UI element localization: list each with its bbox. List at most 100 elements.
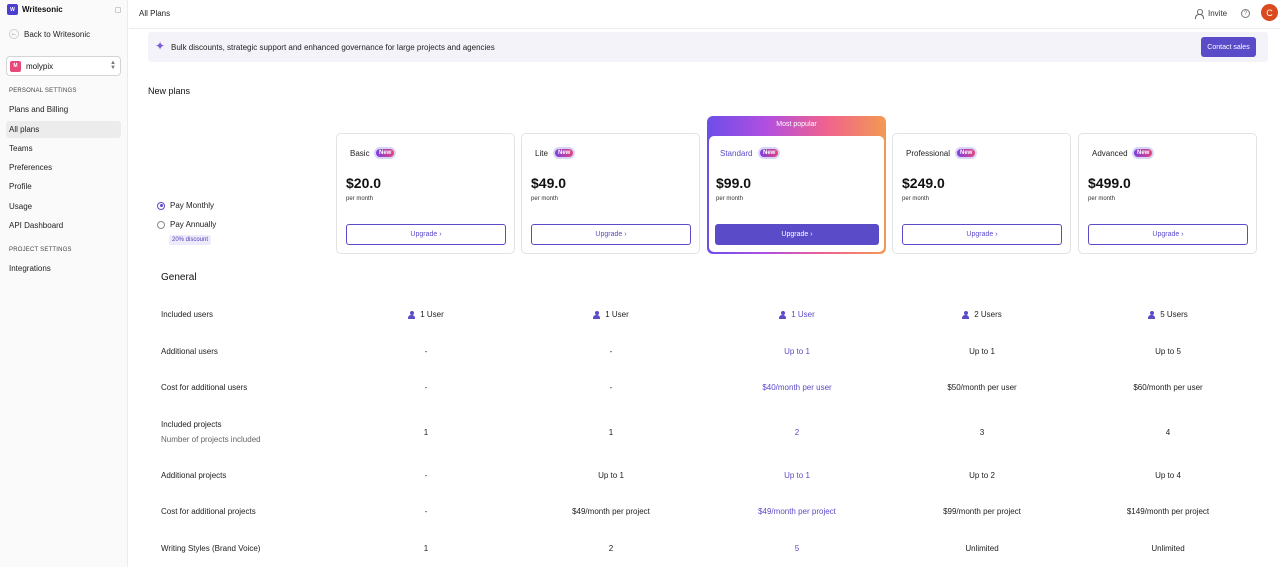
plan-price: $20.0: [346, 175, 382, 191]
cell-additional-projects-lite: Up to 1: [598, 471, 624, 480]
pay-annually-radio[interactable]: [157, 220, 165, 229]
sidebar-item-teams[interactable]: Teams: [6, 140, 121, 157]
invite-label: Invite: [1208, 9, 1228, 18]
upgrade-button[interactable]: Upgrade ›: [1088, 224, 1248, 245]
plan-price: $99.0: [716, 175, 752, 191]
invite-button[interactable]: Invite: [1195, 9, 1228, 19]
plan-card-advanced: Advanced New $499.0 per month Upgrade ›: [1078, 133, 1257, 254]
cell-writing-styles-advanced: Unlimited: [1151, 544, 1185, 553]
plan-price: $249.0: [902, 175, 945, 191]
cell-value: 1 User: [605, 310, 629, 319]
back-label: Back to Writesonic: [24, 29, 91, 39]
page-title: All Plans: [139, 9, 171, 18]
cell-cost-projects-professional: $99/month per project: [943, 507, 1021, 516]
enterprise-banner: ✦ Bulk discounts, strategic support and …: [148, 32, 1268, 62]
help-icon[interactable]: ?: [1241, 9, 1250, 18]
cell-cost-users-basic: -: [424, 383, 428, 392]
app-logo[interactable]: W Writesonic: [7, 4, 63, 15]
upgrade-button[interactable]: Upgrade ›: [346, 224, 506, 245]
new-badge: New: [1132, 147, 1155, 159]
sidebar-item-usage[interactable]: Usage: [6, 198, 121, 215]
person-icon: [408, 310, 416, 319]
user-icon: [1195, 9, 1204, 19]
plan-name: Standard: [720, 149, 753, 158]
sidebar-item-plans-and-billing[interactable]: Plans and Billing: [6, 101, 121, 118]
sidebar-item-api-dashboard[interactable]: API Dashboard: [6, 217, 121, 234]
new-badge: New: [955, 147, 978, 159]
cell-writing-styles-lite: 2: [608, 544, 614, 553]
upgrade-label: Upgrade: [595, 231, 623, 238]
row-label-additional-users: Additional users: [161, 347, 218, 356]
cell-included-projects-lite: 1: [608, 428, 614, 437]
plan-name: Professional: [906, 149, 951, 158]
pay-monthly-radio[interactable]: [157, 201, 165, 210]
upgrade-label: Upgrade: [1152, 231, 1180, 238]
plan-period: per month: [1088, 196, 1116, 202]
upgrade-label: Upgrade: [966, 231, 994, 238]
personal-settings-heading: PERSONAL SETTINGS: [9, 88, 77, 94]
cell-additional-users-lite: -: [609, 347, 613, 356]
app-name: Writesonic: [22, 5, 63, 14]
cell-additional-users-professional: Up to 1: [969, 347, 995, 356]
chevron-right-icon: ›: [1181, 231, 1184, 238]
workspace-avatar: M: [10, 60, 21, 72]
upgrade-button[interactable]: Upgrade ›: [531, 224, 691, 245]
cell-included-users-advanced: 5 Users: [1078, 310, 1258, 319]
pay-annually-option[interactable]: Pay Annually: [157, 220, 216, 229]
person-icon: [779, 310, 787, 319]
chevron-up-down-icon: ▲ ▼: [110, 60, 116, 71]
discount-badge: 20% discount: [169, 235, 212, 245]
upgrade-label: Upgrade: [410, 231, 438, 238]
project-settings-heading: PROJECT SETTINGS: [9, 247, 72, 253]
row-label-included-users: Included users: [161, 310, 214, 319]
cell-cost-projects-lite: $49/month per project: [572, 507, 650, 516]
user-avatar[interactable]: C: [1261, 4, 1278, 21]
upgrade-button[interactable]: Upgrade ›: [902, 224, 1062, 245]
sidebar-item-all-plans[interactable]: All plans: [6, 121, 121, 138]
cell-writing-styles-professional: Unlimited: [965, 544, 999, 553]
upgrade-button[interactable]: Upgrade ›: [715, 224, 879, 245]
cell-cost-users-advanced: $60/month per user: [1133, 383, 1203, 392]
cell-additional-users-standard: Up to 1: [784, 347, 810, 356]
plan-period: per month: [716, 196, 744, 202]
plan-card-lite: Lite New $49.0 per month Upgrade ›: [521, 133, 700, 254]
upgrade-label: Upgrade: [781, 231, 809, 238]
cell-additional-projects-standard: Up to 1: [784, 471, 810, 480]
person-icon: [593, 310, 601, 319]
workspace-name: molypix: [26, 61, 54, 71]
new-badge: New: [553, 147, 576, 159]
row-label-included-projects: Included projects: [161, 420, 222, 429]
sidebar-item-preferences[interactable]: Preferences: [6, 159, 121, 176]
plan-card-professional: Professional New $249.0 per month Upgrad…: [892, 133, 1071, 254]
sidebar-item-integrations[interactable]: Integrations: [6, 260, 121, 277]
cell-value: 2 Users: [974, 310, 1002, 319]
cell-cost-users-professional: $50/month per user: [947, 383, 1017, 392]
sidebar-collapse-icon[interactable]: [115, 7, 121, 13]
workspace-selector[interactable]: M molypix ▲ ▼: [6, 56, 121, 76]
sidebar-item-profile[interactable]: Profile: [6, 178, 121, 195]
pay-monthly-option[interactable]: Pay Monthly: [157, 201, 214, 210]
chevron-right-icon: ›: [439, 231, 442, 238]
plan-period: per month: [346, 196, 374, 202]
plan-price: $49.0: [531, 175, 567, 191]
most-popular-label: Most popular: [776, 121, 817, 128]
banner-text: Bulk discounts, strategic support and en…: [171, 43, 495, 52]
plan-name: Lite: [535, 149, 548, 158]
chevron-right-icon: ›: [995, 231, 998, 238]
cell-value: 5 Users: [1160, 310, 1188, 319]
plan-name: Basic: [350, 149, 370, 158]
sidebar: W Writesonic ← Back to Writesonic M moly…: [0, 0, 128, 567]
contact-sales-button[interactable]: Contact sales: [1201, 37, 1256, 57]
person-icon: [962, 310, 970, 319]
pay-monthly-label: Pay Monthly: [170, 201, 215, 210]
row-label-writing-styles: Writing Styles (Brand Voice): [161, 544, 261, 553]
cell-value: 1 User: [420, 310, 444, 319]
plan-period: per month: [531, 196, 559, 202]
cell-included-projects-standard: 2: [794, 428, 800, 437]
general-section-title: General: [161, 272, 197, 283]
cell-included-projects-professional: 3: [979, 428, 985, 437]
cell-cost-projects-advanced: $149/month per project: [1126, 507, 1210, 516]
plan-card-standard-featured: Most popular Standard New $99.0 per mont…: [707, 116, 886, 254]
cell-writing-styles-standard: 5: [794, 544, 800, 553]
back-to-writesonic-link[interactable]: ← Back to Writesonic: [9, 29, 90, 39]
